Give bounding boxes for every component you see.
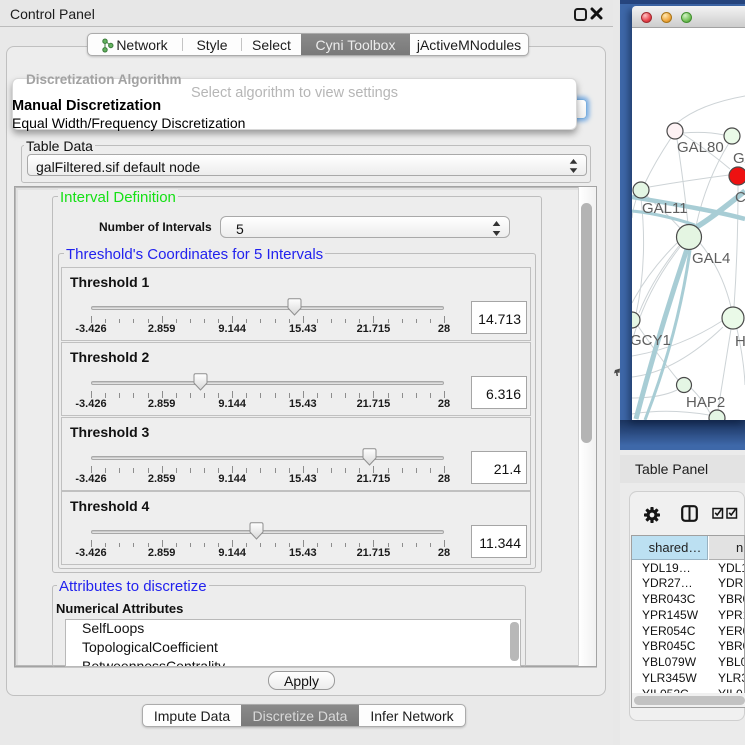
svg-text:H: H [735,333,745,350]
svg-text:HAP2: HAP2 [686,394,725,411]
svg-text:GA: GA [733,150,745,167]
svg-text:GAL11: GAL11 [642,200,688,217]
svg-text:GAL4: GAL4 [692,250,730,267]
svg-text:GCY1: GCY1 [632,332,671,349]
svg-text:C: C [735,189,745,206]
svg-text:GAL80: GAL80 [677,139,724,156]
